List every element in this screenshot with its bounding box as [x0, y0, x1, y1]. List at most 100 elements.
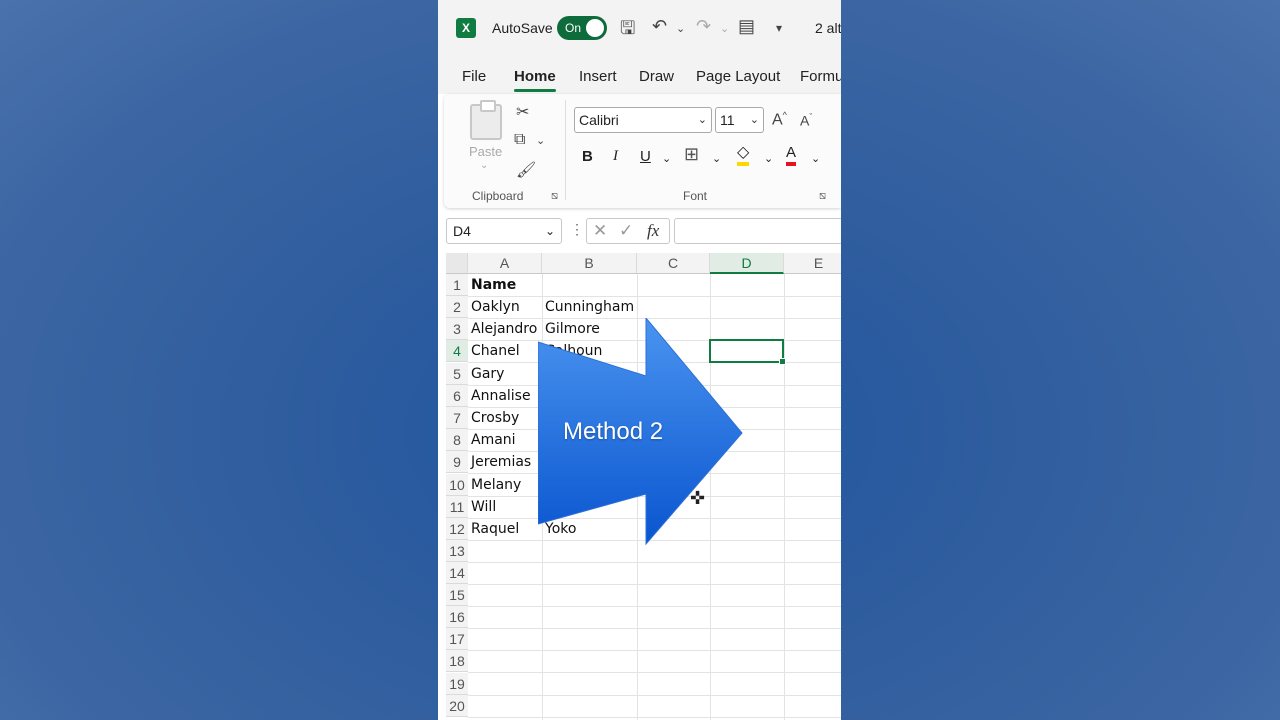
row-header-18[interactable]: 18 [446, 650, 468, 672]
customize-qat-icon[interactable]: ▾ [776, 21, 782, 35]
row-header-6[interactable]: 6 [446, 385, 468, 407]
column-header-e[interactable]: E [784, 253, 841, 274]
cell-a2[interactable]: Oaklyn [468, 296, 520, 318]
more-options-icon[interactable]: ⋮ [570, 221, 584, 238]
column-header-d[interactable]: D [710, 253, 784, 274]
column-header-b[interactable]: B [542, 253, 637, 274]
cell-b2[interactable]: Cunningham [542, 296, 634, 318]
method-label: Method 2 [563, 418, 664, 445]
font-color-dropdown-icon[interactable]: ⌄ [811, 152, 820, 165]
formula-input[interactable] [674, 218, 841, 244]
cell-a10[interactable]: Melany [468, 474, 521, 496]
chevron-down-icon: ⌄ [749, 114, 759, 126]
tab-file[interactable]: File [462, 68, 486, 85]
enter-icon[interactable]: ✓ [619, 221, 633, 241]
insert-function-icon[interactable]: fx [647, 221, 659, 241]
paste-icon[interactable] [470, 100, 502, 140]
tab-formulas[interactable]: Formu [800, 68, 841, 85]
cell-a4[interactable]: Chanel [468, 340, 520, 362]
cell-a6[interactable]: Annalise [468, 385, 531, 407]
italic-button[interactable]: I [613, 148, 618, 165]
font-color-icon[interactable]: A [786, 144, 797, 166]
row-header-13[interactable]: 13 [446, 540, 468, 562]
select-all-corner[interactable] [446, 253, 468, 274]
tab-draw[interactable]: Draw [639, 68, 674, 85]
title-bar: X AutoSave On 🖫 ↶ ⌄ ↷ ⌄ ▤ ▾ 2 alt [438, 0, 841, 56]
row-header-16[interactable]: 16 [446, 606, 468, 628]
format-painter-icon[interactable]: 🖌 [516, 160, 536, 180]
document-title: 2 alt [815, 20, 841, 36]
row-header-7[interactable]: 7 [446, 407, 468, 429]
cell-a8[interactable]: Amani [468, 429, 516, 451]
cell-a5[interactable]: Gary [468, 363, 504, 385]
ribbon-tabs: File Home Insert Draw Page Layout Formu [438, 56, 841, 94]
cancel-icon[interactable]: ✕ [593, 221, 607, 241]
copy-icon[interactable]: ⧉ [514, 131, 525, 149]
row-header-17[interactable]: 17 [446, 628, 468, 650]
name-box[interactable]: D4 ⌄ [446, 218, 562, 244]
form-icon[interactable]: ▤ [738, 16, 755, 37]
fill-color-dropdown-icon[interactable]: ⌄ [764, 152, 773, 165]
tab-home[interactable]: Home [514, 68, 556, 92]
font-name-combo[interactable]: Calibri ⌄ [574, 107, 712, 133]
autosave-toggle[interactable]: On [557, 16, 607, 40]
formula-buttons: ✕ ✓ fx [586, 218, 670, 244]
column-header-c[interactable]: C [637, 253, 710, 274]
column-header-a[interactable]: A [468, 253, 542, 274]
undo-icon[interactable]: ↶ [652, 16, 667, 37]
cell-a9[interactable]: Jeremias [468, 451, 531, 473]
cell-a3[interactable]: Alejandro [468, 318, 537, 340]
row-header-20[interactable]: 20 [446, 695, 468, 717]
row-header-1[interactable]: 1 [446, 274, 468, 296]
font-group-label: Font [683, 189, 708, 203]
cell-a1[interactable]: Name [468, 274, 516, 296]
borders-icon[interactable]: ⊞ [684, 144, 699, 165]
row-header-3[interactable]: 3 [446, 318, 468, 340]
row-header-12[interactable]: 12 [446, 518, 468, 540]
row-header-11[interactable]: 11 [446, 496, 468, 518]
clipboard-launcher-icon[interactable]: ⧅ [551, 190, 558, 203]
tab-page-layout[interactable]: Page Layout [696, 68, 780, 85]
cell-a7[interactable]: Crosby [468, 407, 519, 429]
row-header-5[interactable]: 5 [446, 363, 468, 385]
gridline [468, 562, 841, 563]
row-header-19[interactable]: 19 [446, 673, 468, 695]
row-header-9[interactable]: 9 [446, 451, 468, 473]
cut-icon[interactable]: ✂ [516, 102, 529, 122]
undo-dropdown-icon[interactable]: ⌄ [676, 22, 685, 35]
autosave-label: AutoSave [492, 20, 553, 36]
bold-button[interactable]: B [582, 148, 593, 165]
cell-a12[interactable]: Raquel [468, 518, 519, 540]
row-header-8[interactable]: 8 [446, 429, 468, 451]
cell-a11[interactable]: Will [468, 496, 496, 518]
gridline [468, 628, 841, 629]
redo-icon[interactable]: ↷ [696, 16, 711, 37]
font-size-value: 11 [720, 112, 735, 128]
save-icon[interactable]: 🖫 [620, 16, 635, 46]
font-launcher-icon[interactable]: ⧅ [819, 190, 826, 203]
chevron-down-icon: ⌄ [697, 114, 707, 126]
row-header-14[interactable]: 14 [446, 562, 468, 584]
paste-dropdown-icon[interactable]: ⌄ [480, 160, 488, 171]
clipboard-group-label: Clipboard [472, 189, 524, 203]
increase-font-size-button[interactable]: A^ [772, 110, 787, 129]
decrease-font-size-button[interactable]: Aˇ [800, 112, 812, 129]
borders-dropdown-icon[interactable]: ⌄ [712, 152, 721, 165]
gridline [784, 274, 785, 720]
gridline [468, 717, 841, 718]
paste-label: Paste [469, 144, 503, 159]
underline-button[interactable]: U [640, 148, 651, 165]
row-header-10[interactable]: 10 [446, 474, 468, 496]
excel-logo-icon: X [456, 18, 476, 38]
row-header-4[interactable]: 4 [446, 340, 468, 362]
ribbon-home: Paste ⌄ ✂ ⧉ ⌄ 🖌 Clipboard ⧅ Calibri ⌄ 11… [444, 94, 841, 208]
row-header-15[interactable]: 15 [446, 584, 468, 606]
copy-dropdown-icon[interactable]: ⌄ [536, 134, 545, 147]
fill-color-icon[interactable]: ◇ [737, 144, 750, 166]
row-header-2[interactable]: 2 [446, 296, 468, 318]
redo-dropdown-icon[interactable]: ⌄ [720, 22, 729, 35]
font-size-combo[interactable]: 11 ⌄ [715, 107, 764, 133]
chevron-down-icon: ⌄ [544, 224, 555, 238]
tab-insert[interactable]: Insert [579, 68, 617, 85]
underline-dropdown-icon[interactable]: ⌄ [662, 152, 671, 165]
